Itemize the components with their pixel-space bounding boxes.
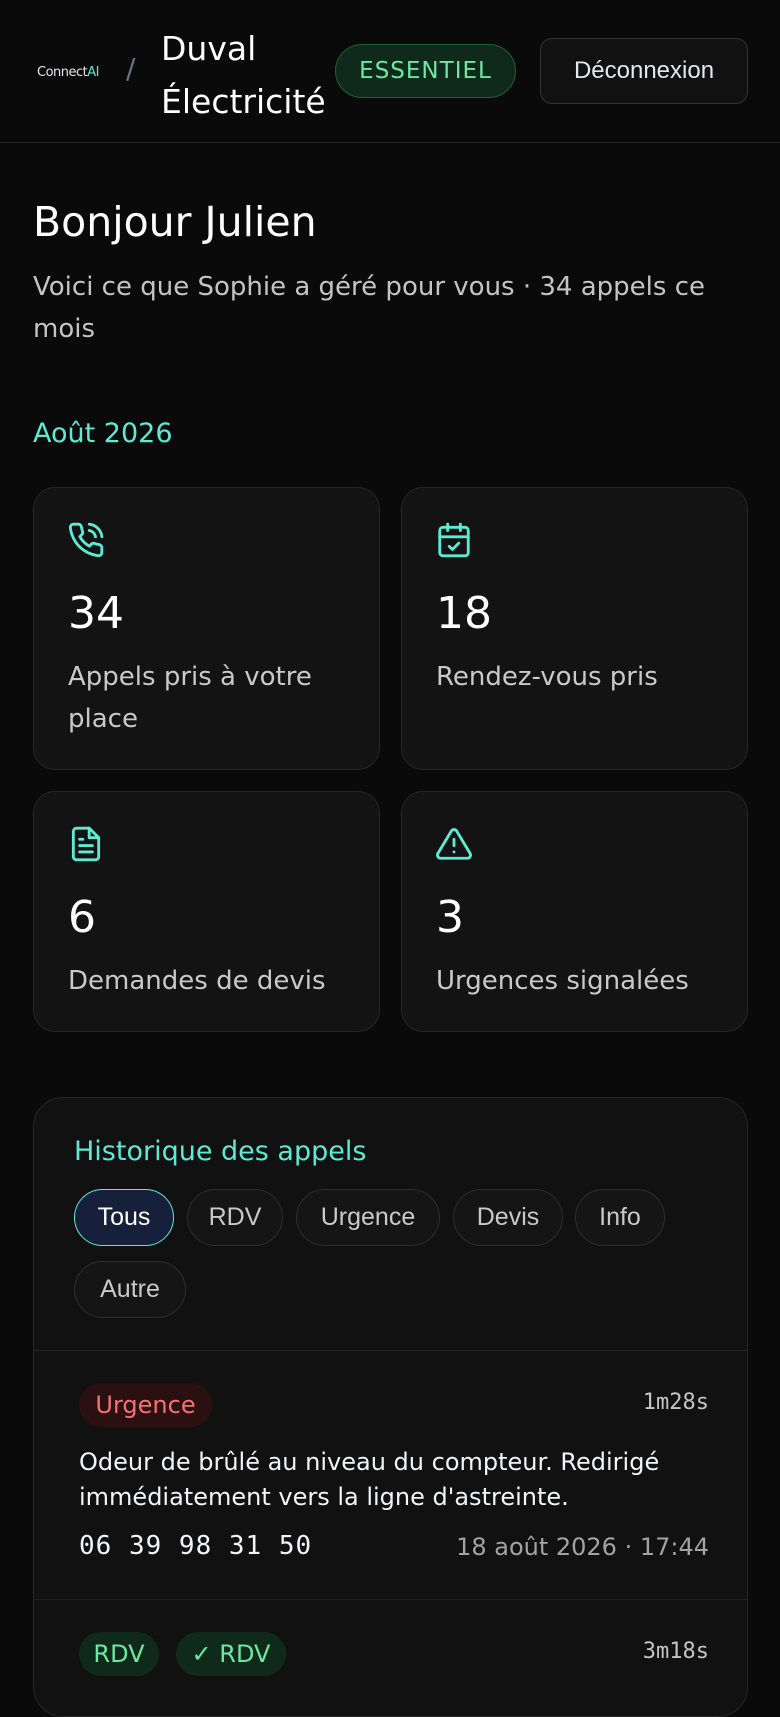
call-duration: 3m18s [642,1639,709,1664]
alert-triangle-icon [436,828,472,860]
filter-chip-urgence[interactable]: Urgence [296,1189,440,1246]
stat-label: Appels pris à votre place [68,662,312,734]
calendar-check-icon [438,522,470,558]
call-item[interactable]: Urgence 1m28s Odeur de brûlé au niveau d… [34,1351,747,1599]
call-tag-rdv-confirmed: ✓ RDV [176,1632,286,1676]
call-summary: Odeur de brûlé au niveau du compteur. Re… [79,1448,660,1511]
stat-label: Demandes de devis [68,966,326,996]
stat-value: 18 [436,588,492,639]
filter-chip-rdv[interactable]: RDV [187,1189,283,1246]
stat-card-calls: 34 Appels pris à votre place [33,487,380,770]
stat-value: 34 [68,588,124,639]
breadcrumb-separator: / [126,52,136,85]
call-phone-number[interactable]: 06 39 98 31 50 [79,1531,312,1561]
call-history-title: Historique des appels [74,1136,367,1167]
call-item[interactable]: RDV ✓ RDV 3m18s [34,1599,747,1716]
plan-badge: ESSENTIEL [335,44,516,98]
stat-card-emergencies: 3 Urgences signalées [401,791,748,1032]
filter-chip-devis[interactable]: Devis [453,1189,563,1246]
page-subtitle: Voici ce que Sophie a géré pour vous · 3… [33,272,706,344]
call-tag-urgence: Urgence [79,1383,212,1427]
filter-chip-info[interactable]: Info [575,1189,665,1246]
logout-button[interactable]: Déconnexion [540,38,748,104]
call-datetime: 18 août 2026 · 17:44 [456,1533,709,1561]
page-title: Bonjour Julien [33,198,317,246]
connectai-logo[interactable]: ConnectAI [34,52,99,92]
company-name: Duval Électricité [161,29,326,121]
call-tag-rdv: RDV [79,1632,159,1676]
filter-chip-all[interactable]: Tous [74,1189,174,1246]
top-bar: ConnectAI / Duval Électricité ESSENTIEL … [0,0,780,143]
month-label: Août 2026 [33,418,173,449]
filter-chip-autre[interactable]: Autre [74,1261,186,1318]
stat-value: 3 [436,892,464,943]
call-history-panel: Historique des appels Tous RDV Urgence D… [33,1097,748,1717]
stat-label: Urgences signalées [436,966,689,996]
file-text-icon [71,826,101,862]
stat-value: 6 [68,892,96,943]
stat-label: Rendez-vous pris [436,662,658,692]
call-duration: 1m28s [642,1390,709,1415]
phone-call-icon [68,522,104,558]
stat-card-quotes: 6 Demandes de devis [33,791,380,1032]
logo-wordmark: ConnectAI [37,64,99,80]
stat-card-appointments: 18 Rendez-vous pris [401,487,748,770]
